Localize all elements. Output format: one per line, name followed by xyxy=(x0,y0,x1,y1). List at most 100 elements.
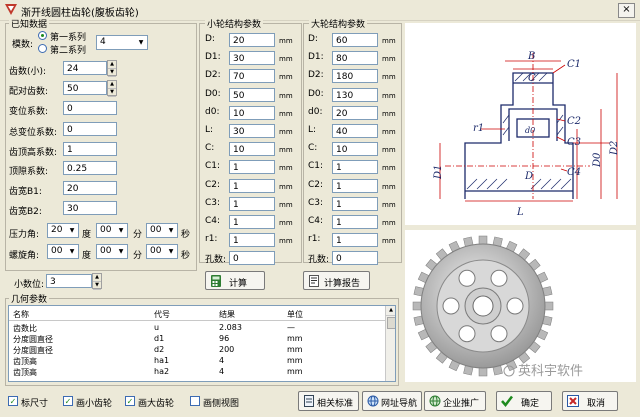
param-input[interactable]: 60 xyxy=(332,33,378,47)
scroll-up-icon[interactable]: ▲ xyxy=(386,306,395,316)
close-button[interactable]: × xyxy=(618,3,635,18)
table-cell: d1 xyxy=(154,334,165,343)
param-input[interactable]: 130 xyxy=(332,87,378,102)
pressure-min-select[interactable]: 00 ▼ xyxy=(96,223,128,238)
param-input[interactable]: 70 xyxy=(229,69,275,84)
param-input[interactable]: 180 xyxy=(332,69,378,84)
calculator-icon xyxy=(211,275,221,287)
teeth-small-spinner[interactable]: ▲ ▼ xyxy=(107,60,117,77)
teeth-mate-input[interactable]: 50 xyxy=(63,81,107,95)
calc-button[interactable]: 计算 xyxy=(205,271,265,290)
scroll-thumb[interactable] xyxy=(387,317,395,329)
helix-min-select[interactable]: 00 ▼ xyxy=(96,244,128,259)
report-button[interactable]: 计算报告 xyxy=(303,271,370,290)
sec-label: 秒 xyxy=(181,230,191,240)
label-c: C xyxy=(528,73,536,84)
param-input[interactable]: 1 xyxy=(332,178,378,193)
param-input[interactable]: 10 xyxy=(229,142,275,157)
param-input[interactable]: 1 xyxy=(229,196,275,211)
chevron-down-icon: ▼ xyxy=(118,227,124,234)
param-input[interactable]: 10 xyxy=(229,105,275,120)
param-input[interactable]: 80 xyxy=(332,51,378,66)
teeth-mate-spinner[interactable]: ▲ ▼ xyxy=(107,80,117,97)
web-hole xyxy=(458,269,476,287)
label-l: L xyxy=(516,207,524,218)
spin-down-icon[interactable]: ▼ xyxy=(108,69,116,77)
decimals-spinner[interactable]: ▲ ▼ xyxy=(92,273,102,290)
standards-button-label: 相关标准 xyxy=(317,399,354,409)
param-input[interactable]: 1 xyxy=(332,233,378,248)
table-scrollbar[interactable]: ▲ xyxy=(385,306,395,381)
param-input[interactable]: 1 xyxy=(332,215,378,229)
nav-button[interactable]: 网址导航 xyxy=(362,391,422,411)
small-gear-checkbox[interactable]: ✓ xyxy=(63,396,73,406)
param-unit: mm xyxy=(279,146,293,155)
param-label: r1: xyxy=(308,234,321,245)
series2-radio[interactable] xyxy=(38,44,47,53)
label-c2: C2 xyxy=(567,116,581,127)
series1-radio[interactable] xyxy=(38,31,47,40)
param-input[interactable]: 1 xyxy=(332,160,378,175)
promo-button[interactable]: 企业推广 xyxy=(424,391,486,411)
pressure-deg-select[interactable]: 20 ▼ xyxy=(47,223,79,238)
spin-up-icon[interactable]: ▲ xyxy=(93,274,101,282)
web-hole xyxy=(506,297,524,315)
table-row[interactable]: 分度圆直径 d2 200 mm xyxy=(9,345,385,355)
cancel-button[interactable]: 取消 xyxy=(562,391,618,411)
width-b2-input[interactable]: 30 xyxy=(63,201,117,215)
side-view-checkbox[interactable] xyxy=(190,396,200,406)
geometry-table[interactable]: 名称 代号 结果 单位 齿数比 u 2.083 — 分度圆直径 d1 96 mm 分度圆直径 d2… xyxy=(8,305,396,382)
spin-up-icon[interactable]: ▲ xyxy=(108,61,116,69)
module-select[interactable]: 4 ▼ xyxy=(96,35,148,50)
clearance-input[interactable]: 0.25 xyxy=(63,161,117,175)
table-row[interactable]: 齿数比 u 2.083 — xyxy=(9,323,385,333)
param-input[interactable]: 1 xyxy=(229,215,275,229)
param-input[interactable]: 1 xyxy=(332,196,378,211)
param-input[interactable]: 0 xyxy=(229,251,275,266)
web-hole xyxy=(490,269,508,287)
table-row[interactable]: 齿顶高 ha2 4 mm xyxy=(9,367,385,377)
pressure-sec-select[interactable]: 00 ▼ xyxy=(146,223,178,238)
teeth-small-input[interactable]: 24 xyxy=(63,61,107,75)
param-input[interactable]: 30 xyxy=(229,51,275,66)
param-input[interactable]: 20 xyxy=(332,105,378,120)
label-r1: r1 xyxy=(473,123,484,134)
param-input[interactable]: 1 xyxy=(229,160,275,175)
helix-deg-select[interactable]: 00 ▼ xyxy=(47,244,79,259)
spin-up-icon[interactable]: ▲ xyxy=(108,81,116,89)
dims-checkbox[interactable]: ✓ xyxy=(8,396,18,406)
addendum-input[interactable]: 1 xyxy=(63,142,117,156)
helix-sec-select[interactable]: 00 ▼ xyxy=(146,244,178,259)
param-input[interactable]: 40 xyxy=(332,124,378,138)
table-cell: 分度圆直径 xyxy=(13,335,53,344)
width-b1-input[interactable]: 20 xyxy=(63,181,117,195)
deg-label: 度 xyxy=(82,230,92,240)
param-label: d0: xyxy=(308,106,323,117)
table-cell: 分度圆直径 xyxy=(13,346,53,355)
chevron-down-icon: ▼ xyxy=(118,248,124,255)
param-input[interactable]: 20 xyxy=(229,33,275,47)
pressure-angle-label: 压力角: xyxy=(9,230,40,240)
param-input[interactable]: 1 xyxy=(229,178,275,193)
col-symbol: 代号 xyxy=(154,310,170,319)
spin-down-icon[interactable]: ▼ xyxy=(108,89,116,97)
helix-angle-label: 螺旋角: xyxy=(9,251,40,261)
spin-down-icon[interactable]: ▼ xyxy=(93,282,101,290)
total-shift-input[interactable]: 0 xyxy=(63,122,117,136)
label-d1: D1 xyxy=(433,165,444,180)
param-label: D: xyxy=(308,34,318,44)
large-gear-checkbox[interactable]: ✓ xyxy=(125,396,135,406)
param-input[interactable]: 50 xyxy=(229,87,275,102)
param-unit: mm xyxy=(279,55,293,64)
param-input[interactable]: 30 xyxy=(229,124,275,138)
param-input[interactable]: 0 xyxy=(332,251,378,266)
table-row[interactable]: 分度圆直径 d1 96 mm xyxy=(9,334,385,344)
ok-button[interactable]: 确定 xyxy=(496,391,552,411)
param-input[interactable]: 1 xyxy=(229,233,275,248)
standards-button[interactable]: 相关标准 xyxy=(298,391,359,411)
decimals-input[interactable]: 3 xyxy=(46,274,92,288)
table-row[interactable]: 齿顶高 ha1 4 mm xyxy=(9,356,385,366)
dims-label: 标尺寸 xyxy=(21,399,49,409)
shift-input[interactable]: 0 xyxy=(63,101,117,115)
param-input[interactable]: 10 xyxy=(332,142,378,157)
